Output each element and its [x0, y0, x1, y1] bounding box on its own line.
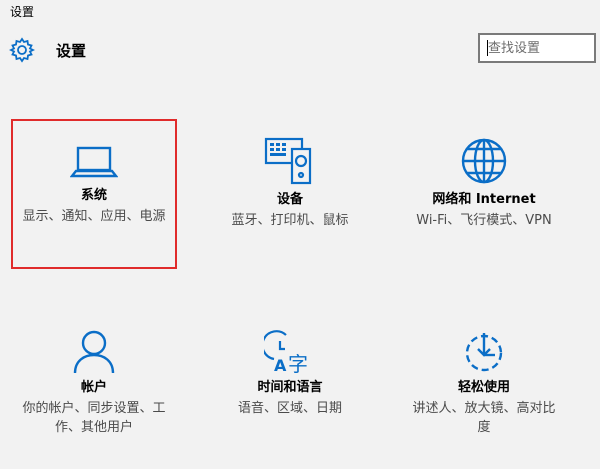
search-input[interactable]	[480, 35, 594, 61]
ease-of-access-icon	[465, 333, 503, 372]
tile-devices-name: 设备	[276, 192, 303, 207]
tile-time-language[interactable]: A 字 时间和语言 语音、区域、日期	[207, 323, 373, 463]
tile-ease-of-access[interactable]: 轻松使用 讲述人、放大镜、高对比度	[401, 323, 567, 463]
text-caret	[487, 40, 488, 56]
tile-accounts-desc: 你的帐户、同步设置、工作、其他用户	[22, 401, 166, 435]
time-language-icon: A 字	[264, 330, 308, 375]
svg-text:字: 字	[288, 352, 308, 375]
tile-network-name: 网络和 Internet	[432, 192, 536, 207]
tile-network[interactable]: 网络和 Internet Wi-Fi、飞行模式、VPN	[401, 121, 567, 271]
tile-system-name: 系统	[80, 188, 107, 203]
tile-ease-of-access-name: 轻松使用	[457, 380, 510, 395]
settings-window: 设置 设置 系统 显示、通知、应用、电源	[0, 0, 600, 469]
window-title: 设置	[10, 5, 35, 19]
tile-accounts[interactable]: 帐户 你的帐户、同步设置、工作、其他用户	[11, 323, 177, 463]
svg-text:A: A	[274, 356, 287, 375]
tile-accounts-name: 帐户	[80, 380, 107, 395]
search-box[interactable]	[478, 33, 596, 63]
page-title: 设置	[56, 42, 87, 60]
tile-time-language-desc: 语音、区域、日期	[237, 401, 342, 416]
gear-icon	[9, 37, 35, 63]
laptop-icon	[70, 146, 118, 178]
tile-ease-of-access-desc: 讲述人、放大镜、高对比度	[412, 401, 556, 435]
tile-time-language-name: 时间和语言	[257, 380, 323, 395]
tile-devices[interactable]: 设备 蓝牙、打印机、鼠标	[207, 121, 373, 271]
globe-icon	[461, 138, 507, 184]
tile-devices-desc: 蓝牙、打印机、鼠标	[231, 213, 349, 228]
tile-system[interactable]: 系统 显示、通知、应用、电源	[11, 119, 177, 269]
devices-icon	[264, 137, 312, 185]
tile-system-desc: 显示、通知、应用、电源	[22, 209, 166, 224]
person-icon	[73, 330, 115, 374]
tile-network-desc: Wi-Fi、飞行模式、VPN	[416, 213, 552, 228]
